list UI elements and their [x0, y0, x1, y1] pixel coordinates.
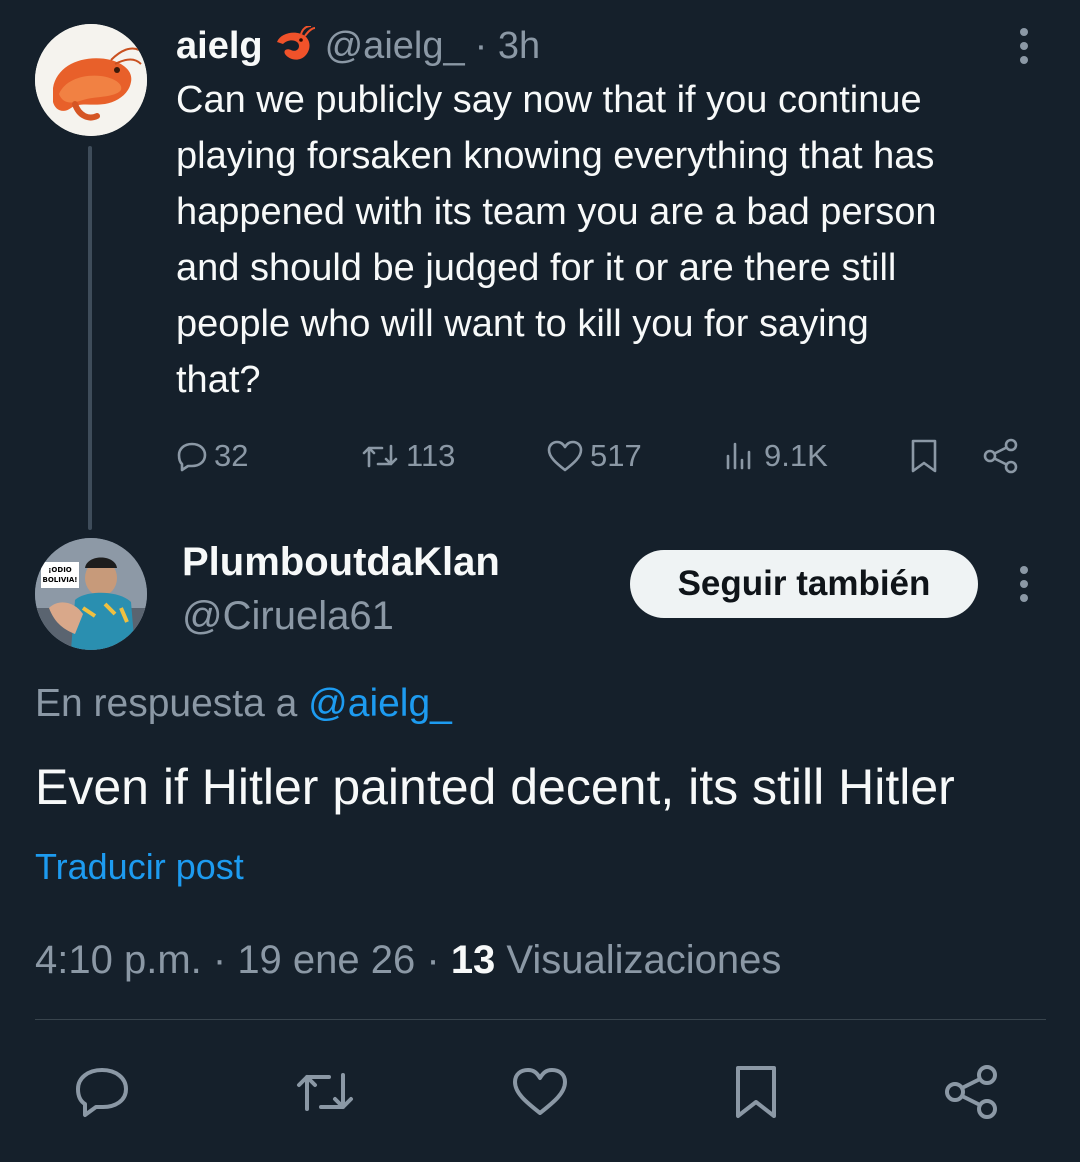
meta-separator: ·: [201, 938, 238, 982]
bookmark-button[interactable]: [908, 430, 940, 482]
view-count: 9.1K: [764, 438, 828, 473]
reply-icon: [176, 440, 208, 472]
share-icon[interactable]: [940, 1060, 1004, 1124]
thread-line: [88, 146, 92, 530]
tweet-text: Can we publicly say now that if you cont…: [176, 79, 937, 401]
reply-count: 32: [214, 438, 249, 473]
handle[interactable]: @aielg_: [325, 25, 465, 68]
reply-to-handle-link[interactable]: @aielg_: [308, 682, 452, 725]
repost-icon[interactable]: [293, 1060, 357, 1124]
reply-context-label: En respuesta a: [35, 682, 309, 725]
tweet-actions: 32 113 517 9.1K: [176, 430, 1036, 482]
views-chart-icon: [724, 440, 758, 472]
bottom-action-bar: [0, 1050, 1080, 1130]
views-label[interactable]: Visualizaciones: [495, 938, 781, 982]
time-ago[interactable]: · 3h: [475, 25, 540, 68]
views-count[interactable]: 13: [451, 938, 496, 982]
more-options-icon[interactable]: [1004, 24, 1044, 68]
translate-post-link[interactable]: Traducir post: [35, 846, 244, 888]
more-options-icon[interactable]: [1004, 562, 1044, 606]
repost-icon: [360, 440, 400, 472]
reply-icon[interactable]: [70, 1060, 134, 1124]
bookmark-icon: [908, 438, 940, 474]
meta-separator: ·: [415, 938, 451, 982]
post-time[interactable]: 4:10 p.m.: [35, 938, 202, 982]
tweet-meta: 4:10 p.m. · 19 ene 26 · 13 Visualizacion…: [35, 938, 781, 983]
post-date[interactable]: 19 ene 26: [237, 938, 415, 982]
bookmark-icon[interactable]: [724, 1060, 788, 1124]
avatar-plumboutdaklan[interactable]: ¡ODIO BOLIVIA!: [35, 538, 147, 650]
heart-icon[interactable]: [508, 1060, 572, 1124]
reply-display-name[interactable]: PlumboutdaKlan: [182, 540, 500, 585]
display-name[interactable]: aielg: [176, 25, 263, 68]
tweet-header: aielg @aielg_ · 3h: [176, 22, 540, 70]
svg-text:BOLIVIA!: BOLIVIA!: [43, 576, 78, 584]
repost-count: 113: [406, 438, 456, 473]
repost-button[interactable]: 113: [360, 430, 455, 482]
like-button[interactable]: 517: [546, 430, 642, 482]
views-button[interactable]: 9.1K: [724, 430, 828, 482]
reply-button[interactable]: 32: [176, 430, 248, 482]
divider: [35, 1019, 1046, 1020]
svg-text:¡ODIO: ¡ODIO: [48, 566, 72, 574]
avatar-aielg[interactable]: [35, 24, 147, 136]
reply-tweet-text: Even if Hitler painted decent, its still…: [35, 759, 955, 815]
follow-button[interactable]: Seguir también: [630, 550, 978, 618]
heart-icon: [546, 439, 584, 473]
shrimp-icon: [271, 26, 315, 66]
reply-handle[interactable]: @Ciruela61: [182, 594, 394, 639]
share-button[interactable]: [982, 430, 1020, 482]
reply-context: En respuesta a @aielg_: [35, 682, 452, 726]
like-count: 517: [590, 438, 642, 473]
share-icon: [982, 438, 1020, 474]
